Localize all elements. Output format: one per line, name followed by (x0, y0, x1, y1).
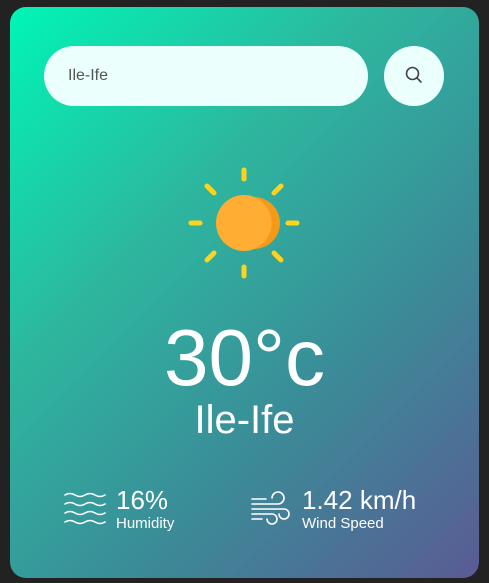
weather-card: 30°c Ile-Ife 16% Humidity (10, 7, 479, 578)
humidity-detail: 16% Humidity (62, 485, 174, 533)
search-bar (44, 46, 444, 106)
search-icon (405, 66, 423, 87)
weather-details: 16% Humidity 1.42 km/h Wind Speed (10, 485, 479, 545)
wind-detail: 1.42 km/h Wind Speed (248, 485, 416, 533)
city-name: Ile-Ife (194, 398, 295, 442)
wind-speed-label: Wind Speed (302, 515, 384, 532)
sun-icon (187, 166, 301, 280)
city-search-input[interactable] (44, 46, 368, 106)
humidity-icon (62, 489, 106, 529)
search-button[interactable] (384, 46, 444, 106)
wind-icon (248, 487, 292, 531)
humidity-value: 16% (116, 485, 169, 515)
temperature: 30°c (164, 313, 325, 402)
wind-speed-value: 1.42 km/h (302, 485, 417, 515)
humidity-label: Humidity (116, 515, 175, 532)
